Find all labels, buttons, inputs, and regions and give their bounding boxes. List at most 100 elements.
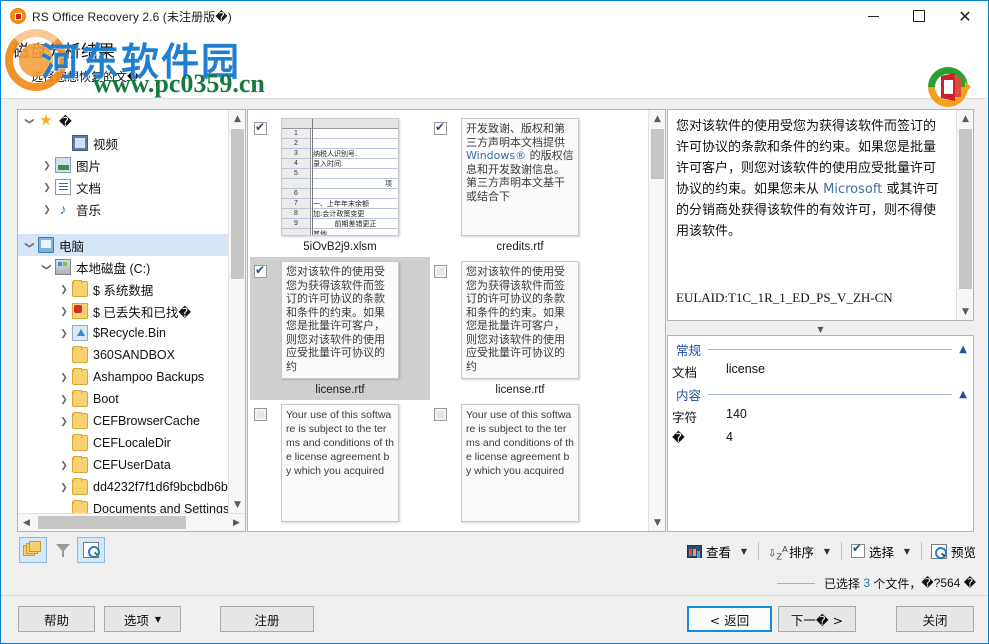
tree-item[interactable]: ❯$ 系统数据	[18, 278, 228, 300]
tree-vertical-scrollbar[interactable]: ▲ ▼	[228, 110, 245, 513]
expand-collapse-right-icon[interactable]: ❯	[39, 201, 55, 217]
preview-button[interactable]: 预览	[927, 539, 980, 563]
view-dropdown-arrow-icon[interactable]: ▼	[735, 539, 753, 563]
expand-collapse-right-icon[interactable]: ❯	[56, 369, 72, 385]
tree-item[interactable]: 360SANDBOX	[18, 344, 228, 366]
expand-collapse-right-icon[interactable]: ❯	[56, 325, 72, 341]
expand-collapse-right-icon[interactable]: ❯	[56, 281, 72, 297]
tree-item[interactable]: ❯$Recycle.Bin	[18, 322, 228, 344]
file-thumbnail[interactable]: Your use of this software is subject to …	[430, 400, 610, 526]
expand-collapse-right-icon[interactable]: ❯	[56, 457, 72, 473]
file-checkbox[interactable]	[434, 408, 447, 421]
folder-icon	[72, 435, 88, 451]
scroll-up-icon[interactable]: ▲	[957, 110, 974, 127]
sheet-cell: 前期差错更正	[311, 219, 398, 228]
scroll-down-icon[interactable]: ▼	[957, 303, 974, 320]
file-thumbnail[interactable]: Your use of this software is subject to …	[250, 400, 430, 526]
property-group-title: 常规	[676, 340, 701, 359]
close-button[interactable]: 关闭	[896, 606, 974, 632]
tree-item[interactable]: 视频	[18, 132, 228, 154]
expand-collapse-right-icon[interactable]: ❯	[56, 413, 72, 429]
folder-stack-button[interactable]	[19, 537, 47, 563]
thumbnail-image: Your use of this software is subject to …	[281, 404, 399, 522]
file-thumbnail-grid[interactable]: 123纳税人识别号.4录入时间.5项67一、上年年末余额8加:会计政策变更9前期…	[248, 110, 648, 531]
file-thumbnail[interactable]: 您对该软件的使用受您为获得该软件而签订的许可协议的条款和条件的约束。如果您是批量…	[250, 257, 430, 400]
file-checkbox[interactable]	[434, 265, 447, 278]
next-button[interactable]: 下一� >	[778, 606, 856, 632]
close-window-button[interactable]: ✕	[942, 1, 988, 31]
file-thumbnail[interactable]: 123纳税人识别号.4录入时间.5项67一、上年年末余额8加:会计政策变更9前期…	[250, 114, 430, 257]
expand-collapse-down-icon[interactable]: ❯	[39, 259, 55, 275]
toolbar-divider	[921, 542, 922, 560]
scrollbar-thumb[interactable]	[231, 129, 244, 279]
select-label: 选择	[869, 542, 894, 561]
tree-item[interactable]: ❯本地磁盘 (C:)	[18, 256, 228, 278]
maximize-button[interactable]	[896, 1, 942, 31]
tree-item[interactable]: ❯★�	[18, 110, 228, 132]
scroll-up-icon[interactable]: ▲	[229, 110, 246, 127]
sort-menu-button[interactable]: ⇩ZA 排序	[764, 539, 818, 563]
thumbnails-vertical-scrollbar[interactable]: ▲ ▼	[648, 110, 665, 531]
minimize-button[interactable]	[850, 1, 896, 31]
file-properties: 常规▲文档license内容▲字符140�4	[667, 335, 974, 532]
tree-item[interactable]: ❯电脑	[18, 234, 228, 256]
tree-item[interactable]: ❯图片	[18, 154, 228, 176]
panel-splitter[interactable]: ▼	[667, 323, 974, 335]
property-group-header[interactable]: 内容▲	[668, 383, 973, 405]
scroll-down-icon[interactable]: ▼	[649, 514, 666, 531]
tree-item[interactable]: ❯Ashampoo Backups	[18, 366, 228, 388]
tree-item[interactable]: ❯CEFBrowserCache	[18, 410, 228, 432]
tree-item[interactable]: ❯Boot	[18, 388, 228, 410]
file-thumbnail[interactable]: 开发致谢、版权和第三方声明本文档提供 Windows® 的版权信息和开发致谢信息…	[430, 114, 610, 257]
scrollbar-thumb[interactable]	[959, 129, 972, 289]
preview-vertical-scrollbar[interactable]: ▲ ▼	[956, 110, 973, 320]
select-menu-button[interactable]: 选择	[847, 539, 898, 563]
filter-button[interactable]	[49, 537, 77, 563]
back-button[interactable]: < 返回	[687, 606, 772, 632]
tree-item[interactable]: ❯文档	[18, 176, 228, 198]
sheet-cell	[311, 139, 398, 148]
options-button[interactable]: 选项 ▼	[104, 606, 181, 632]
app-window: RS Office Recovery 2.6 (未注册版�) ✕ 磁盘分析结果 …	[0, 0, 989, 644]
collapse-group-icon[interactable]: ▲	[959, 389, 967, 400]
property-group-header[interactable]: 常规 ▲	[668, 338, 973, 360]
tree-item[interactable]: ❯♪音乐	[18, 198, 228, 220]
tree-item[interactable]: ❯dd4232f7f1d6f9bcbdb6b8	[18, 476, 228, 498]
expand-collapse-down-icon[interactable]: ❯	[22, 113, 38, 129]
tree-item[interactable]: ❯$ 已丢失和已找�	[18, 300, 228, 322]
scroll-right-icon[interactable]: ▶	[228, 514, 245, 531]
toolbar-divider	[841, 542, 842, 560]
tree-item[interactable]: Documents and Settings	[18, 498, 228, 513]
tree-item[interactable]: ❯CEFUserData	[18, 454, 228, 476]
collapse-group-icon[interactable]: ▲	[959, 344, 967, 355]
register-button[interactable]: 注册	[220, 606, 314, 632]
expand-collapse-right-icon[interactable]: ❯	[56, 303, 72, 319]
file-checkbox[interactable]	[254, 122, 267, 135]
file-checkbox[interactable]	[254, 265, 267, 278]
folder-tree-list[interactable]: ❯★�视频❯图片❯文档❯♪音乐 ❯电脑❯本地磁盘 (C:)❯$ 系统数据❯$ 已丢…	[18, 110, 228, 513]
file-checkbox[interactable]	[254, 408, 267, 421]
scrollbar-thumb-h[interactable]	[38, 516, 186, 529]
file-thumbnail[interactable]: 您对该软件的使用受您为获得该软件而签订的许可协议的条款和条件的约束。如果您是批量…	[430, 257, 610, 400]
view-menu-button[interactable]: 查看	[683, 539, 735, 563]
scrollbar-thumb[interactable]	[651, 129, 664, 179]
page-title: 磁盘分析结果	[1, 31, 988, 62]
expand-collapse-down-icon[interactable]: ❯	[22, 237, 38, 253]
expand-collapse-right-icon[interactable]: ❯	[56, 391, 72, 407]
scroll-left-icon[interactable]: ◀	[18, 514, 35, 531]
file-checkbox[interactable]	[434, 122, 447, 135]
sheet-row: 其他	[282, 229, 398, 236]
expand-collapse-right-icon[interactable]: ❯	[39, 179, 55, 195]
select-dropdown-arrow-icon[interactable]: ▼	[898, 539, 916, 563]
sort-dropdown-arrow-icon[interactable]: ▼	[818, 539, 836, 563]
folder-icon	[72, 347, 88, 363]
expand-collapse-right-icon[interactable]: ❯	[39, 157, 55, 173]
scroll-up-icon[interactable]: ▲	[649, 110, 666, 127]
document-search-button[interactable]	[77, 537, 105, 563]
scroll-down-icon[interactable]: ▼	[229, 496, 246, 513]
expand-collapse-right-icon[interactable]: ❯	[56, 479, 72, 495]
file-name-label: credits.rtf	[496, 241, 543, 253]
tree-item[interactable]: CEFLocaleDir	[18, 432, 228, 454]
help-button[interactable]: 帮助	[18, 606, 95, 632]
tree-horizontal-scrollbar[interactable]: ◀ ▶	[18, 513, 245, 531]
